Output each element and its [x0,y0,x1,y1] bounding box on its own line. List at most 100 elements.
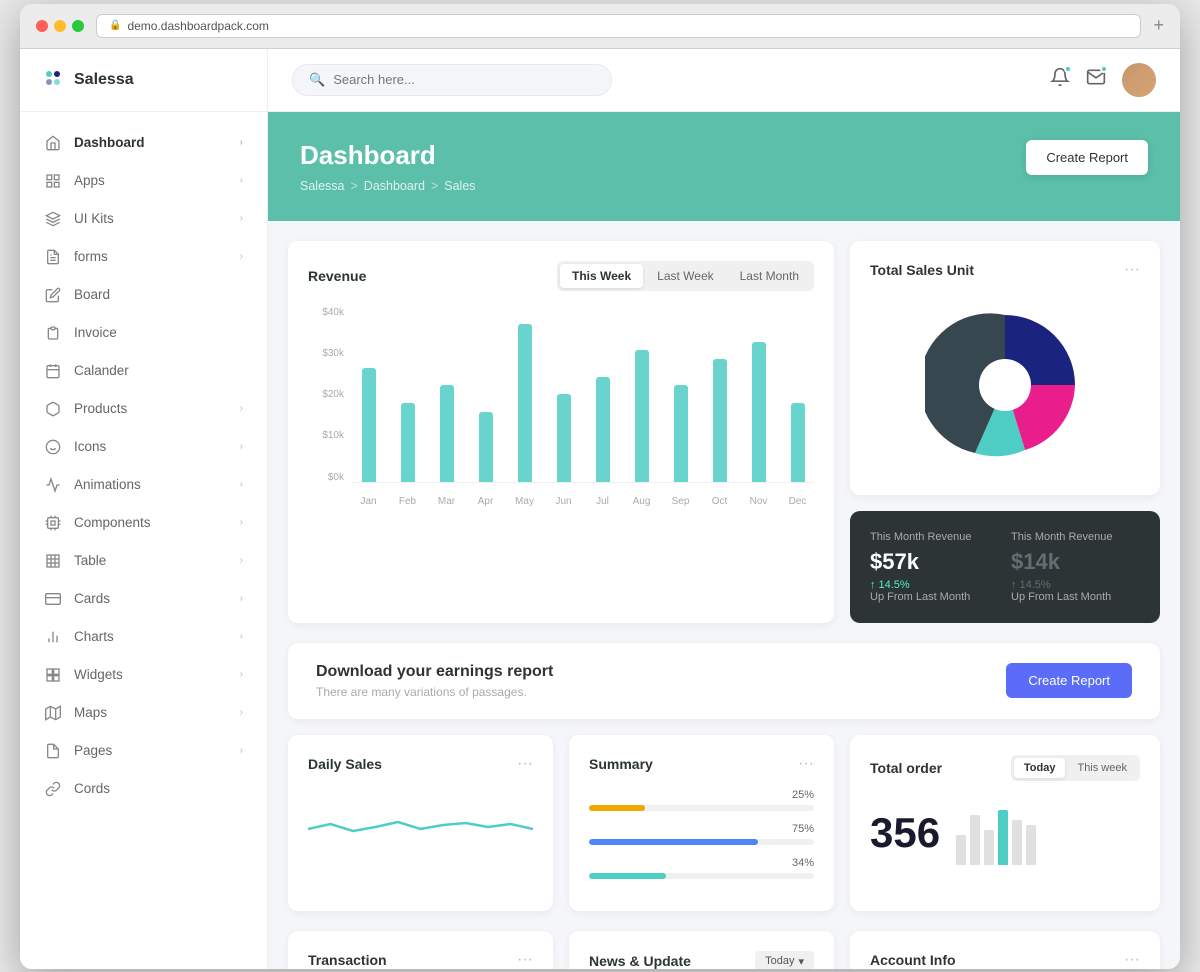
smile-icon [44,438,62,456]
news-today-filter[interactable]: Today ▾ [755,951,814,969]
sidebar-item-animations[interactable]: Animations › [20,466,267,504]
user-avatar[interactable] [1122,63,1156,97]
chevron-right-icon: › [240,593,243,604]
search-input-wrap[interactable]: 🔍 [292,64,612,96]
bar-fill-jan [362,368,376,482]
tab-this-week[interactable]: This week [1067,758,1137,778]
news-card: News & Update Today ▾ [569,931,834,969]
sidebar-item-ui-kits[interactable]: UI Kits › [20,200,267,238]
sidebar-item-label: Products [74,401,228,416]
total-sales-menu[interactable]: ··· [1124,261,1140,279]
sidebar-item-label: forms [74,249,228,264]
mail-badge [1100,65,1108,73]
dashboard-banner: Dashboard Salessa > Dashboard > Sales Cr… [268,112,1180,221]
sidebar-item-label: Icons [74,439,228,454]
sidebar-item-cords[interactable]: Cords [20,770,267,808]
rev-stat-right: This Month Revenue $14k ↑ 14.5% Up From … [1011,531,1140,603]
rev-stat-sub-1: Up From Last Month [870,591,999,603]
progress-bar-bg-2 [589,839,814,845]
mini-bar-2 [970,815,980,865]
bar-jun [547,307,580,482]
url-text: demo.dashboardpack.com [127,19,268,33]
mini-bar-3 [984,830,994,865]
sidebar-navigation: Dashboard › Apps › UI Kits › [20,112,267,969]
tab-last-month[interactable]: Last Month [728,264,811,288]
sidebar-item-maps[interactable]: Maps › [20,694,267,732]
sidebar-item-invoice[interactable]: Invoice [20,314,267,352]
chart-y-labels: $40k $30k $20k $10k $0k [308,307,344,483]
earnings-banner-text: Download your earnings report There are … [316,663,553,699]
sidebar-item-icons[interactable]: Icons › [20,428,267,466]
chevron-right-icon: › [240,517,243,528]
summary-title: Summary [589,756,653,772]
chevron-right-icon: › [240,669,243,680]
sidebar-item-pages[interactable]: Pages › [20,732,267,770]
tab-this-week[interactable]: This Week [560,264,643,288]
chevron-right-icon: › [240,403,243,414]
cpu-icon [44,514,62,532]
sidebar-item-widgets[interactable]: Widgets › [20,656,267,694]
notification-badge [1064,65,1072,73]
daily-sales-card: Daily Sales ··· [288,735,553,911]
y-label-0k: $0k [308,472,344,483]
bar-sep [664,307,697,482]
credit-card-icon [44,590,62,608]
breadcrumb-salessa: Salessa [300,179,344,193]
tab-today[interactable]: Today [1014,758,1066,778]
bar-fill-feb [401,403,415,482]
revenue-tabs: This Week Last Week Last Month [557,261,814,291]
bar-fill-oct [713,359,727,482]
sidebar-logo: Salessa [20,49,267,112]
transaction-menu[interactable]: ··· [517,951,533,969]
x-label-feb: Feb [391,496,424,507]
chevron-right-icon: › [240,479,243,490]
x-label-may: May [508,496,541,507]
summary-menu[interactable]: ··· [798,755,814,773]
notification-button[interactable] [1050,67,1070,92]
url-bar[interactable]: 🔒 demo.dashboardpack.com [96,14,1141,38]
logo-icon [44,69,66,91]
maximize-button[interactable] [72,20,84,32]
arrow-up-icon: ↑ [870,579,876,591]
rev-stat-sub-2: Up From Last Month [1011,591,1140,603]
search-input[interactable] [333,72,553,87]
new-tab-button[interactable]: + [1153,15,1164,36]
close-button[interactable] [36,20,48,32]
sidebar-item-table[interactable]: Table › [20,542,267,580]
link-icon [44,780,62,798]
daily-sales-menu[interactable]: ··· [517,755,533,773]
sidebar-item-label: Table [74,553,228,568]
minimize-button[interactable] [54,20,66,32]
last-row: Transaction ··· ⚡ Electricity Bill [268,931,1180,969]
bar-jan [352,307,385,482]
edit-icon [44,286,62,304]
mini-bars [956,805,1036,865]
create-report-button-2[interactable]: Create Report [1006,663,1132,698]
sidebar-item-label: Cards [74,591,228,606]
x-label-dec: Dec [781,496,814,507]
sidebar-item-charts[interactable]: Charts › [20,618,267,656]
mail-button[interactable] [1086,67,1106,92]
sidebar-item-forms[interactable]: forms › [20,238,267,276]
y-label-40k: $40k [308,307,344,318]
x-label-nov: Nov [742,496,775,507]
account-menu[interactable]: ··· [1124,951,1140,969]
progress-bar-bg-3 [589,873,814,879]
sidebar-item-board[interactable]: Board [20,276,267,314]
tab-last-week[interactable]: Last Week [645,264,725,288]
sidebar-item-products[interactable]: Products › [20,390,267,428]
sidebar-item-components[interactable]: Components › [20,504,267,542]
bar-fill-aug [635,350,649,481]
sidebar-item-cards[interactable]: Cards › [20,580,267,618]
sidebar-item-label: Pages [74,743,228,758]
sidebar-item-dashboard[interactable]: Dashboard › [20,124,267,162]
progress-bar-fill-2 [589,839,758,845]
total-order-title: Total order [870,760,942,776]
y-label-30k: $30k [308,348,344,359]
bar-feb [391,307,424,482]
create-report-button[interactable]: Create Report [1026,140,1148,175]
sidebar-item-apps[interactable]: Apps › [20,162,267,200]
earnings-banner-card: Download your earnings report There are … [288,643,1160,719]
daily-sales-title: Daily Sales [308,756,382,772]
sidebar-item-calendar[interactable]: Calander [20,352,267,390]
